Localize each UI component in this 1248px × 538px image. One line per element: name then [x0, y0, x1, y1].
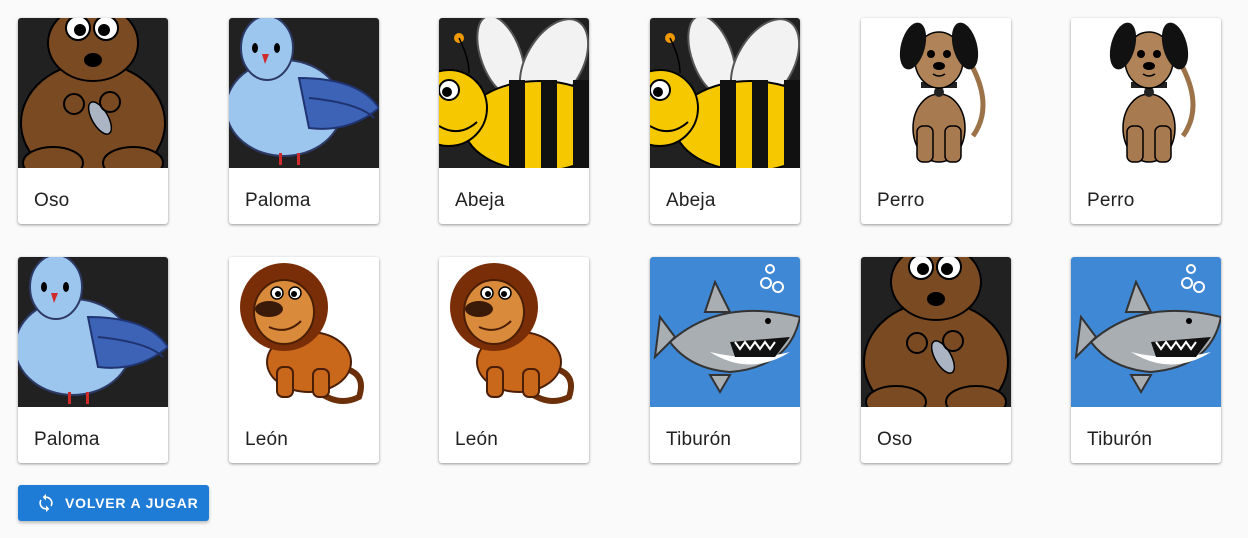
card-label: Oso: [877, 429, 913, 450]
lion-image: [229, 257, 379, 407]
card-label: Abeja: [666, 190, 716, 211]
card-tiburon[interactable]: Tiburón: [1071, 257, 1221, 463]
card-perro[interactable]: Perro: [861, 18, 1011, 224]
bee-image: [650, 18, 800, 168]
card-paloma[interactable]: Paloma: [229, 18, 379, 224]
card-abeja[interactable]: Abeja: [650, 18, 800, 224]
bear-image: [861, 257, 1011, 407]
card-label: León: [245, 429, 289, 450]
card-label: Perro: [877, 190, 925, 211]
card-abeja[interactable]: Abeja: [439, 18, 589, 224]
card-oso[interactable]: Oso: [18, 18, 168, 224]
card-label: Perro: [1087, 190, 1135, 211]
play-again-label: VOLVER A JUGAR: [65, 495, 199, 511]
card-leon[interactable]: León: [439, 257, 589, 463]
card-label: Paloma: [245, 190, 311, 211]
dog-image: [1071, 18, 1221, 168]
card-label: León: [455, 429, 499, 450]
card-label: Tiburón: [1087, 429, 1153, 450]
card-perro[interactable]: Perro: [1071, 18, 1221, 224]
card-tiburon[interactable]: Tiburón: [650, 257, 800, 463]
lion-image: [439, 257, 589, 407]
card-leon[interactable]: León: [229, 257, 379, 463]
dove-image: [18, 257, 168, 407]
card-label: Abeja: [455, 190, 505, 211]
shark-image: [1071, 257, 1221, 407]
bear-image: [18, 18, 168, 168]
play-again-button[interactable]: VOLVER A JUGAR: [18, 485, 209, 521]
card-label: Oso: [34, 190, 70, 211]
refresh-icon: [36, 493, 56, 513]
card-paloma[interactable]: Paloma: [18, 257, 168, 463]
shark-image: [650, 257, 800, 407]
dove-image: [229, 18, 379, 168]
memory-game-board: Oso Paloma Abeja Abeja Perro Perro Palom…: [0, 0, 1248, 538]
dog-image: [861, 18, 1011, 168]
card-label: Paloma: [34, 429, 100, 450]
bee-image: [439, 18, 589, 168]
card-oso[interactable]: Oso: [861, 257, 1011, 463]
card-label: Tiburón: [666, 429, 732, 450]
